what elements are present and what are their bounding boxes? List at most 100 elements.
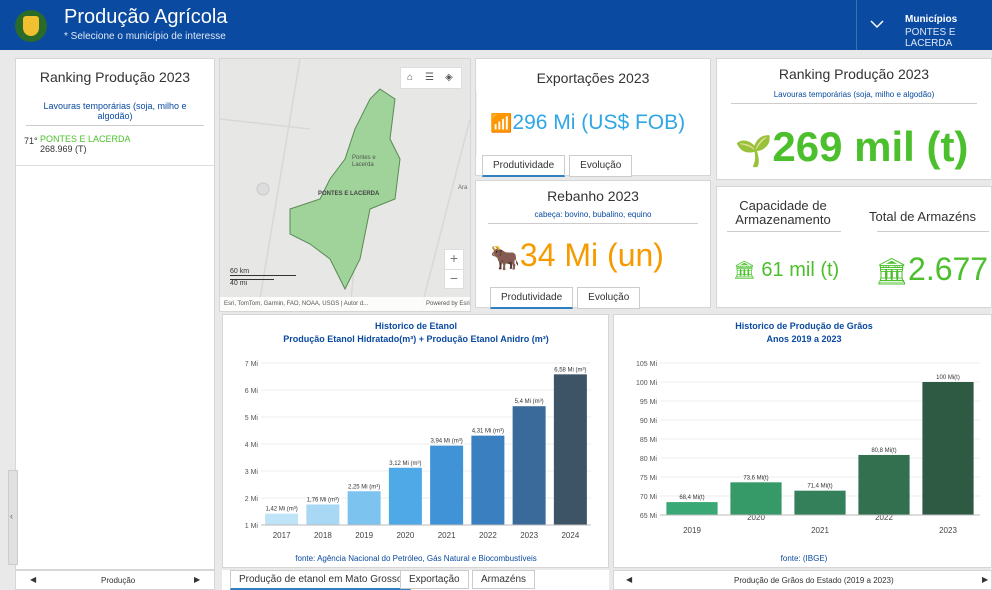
tab-produtividade[interactable]: Produtividade	[490, 287, 574, 309]
y-tick-label: 75 Mi	[640, 475, 658, 482]
map-attribution: Esri, TomTom, Garmin, FAO, NOAA, USGS | …	[220, 297, 470, 311]
silo-icon: 🏛	[733, 260, 756, 280]
tab-armazens[interactable]: Armazéns	[472, 570, 536, 589]
zoom-in-button[interactable]: +	[445, 250, 463, 270]
exports-value: 296 Mi (US$ FOB)	[512, 111, 686, 134]
pager-next-icon[interactable]: ▶	[194, 575, 200, 584]
ethanol-chart: Historico de Etanol Produção Etanol Hidr…	[245, 321, 591, 563]
bar	[306, 504, 340, 525]
page-title: Produção Agrícola	[64, 6, 228, 28]
map-town-label-1: Pontes e	[352, 155, 376, 161]
rank-value: 268.969 (T)	[40, 144, 87, 154]
bar	[666, 502, 718, 515]
capacity-title-2: Armazenamento	[735, 212, 831, 227]
map-view[interactable]: Pontes e Lacerda PONTES E LACERDA Ara ⌂ …	[219, 58, 471, 312]
municipio-label: Municípios	[905, 14, 958, 25]
tab-produtividade[interactable]: Produtividade	[482, 155, 566, 177]
home-icon[interactable]: ⌂	[407, 72, 413, 83]
pager-prev-icon[interactable]: ◀	[626, 575, 632, 584]
capacity-title-1: Capacidade de	[739, 198, 827, 213]
chart-subtitle: Produção Etanol Hidratado(m³) + Produção…	[283, 334, 548, 344]
y-tick-label: 1 Mi	[245, 523, 259, 530]
y-tick-label: 80 Mi	[640, 456, 658, 463]
data-label: 3,12 Mi (m³)	[389, 461, 421, 467]
chevron-down-icon	[870, 20, 884, 29]
map-region-label: PONTES E LACERDA	[318, 191, 380, 197]
ranking-card-value: 269 mil (t)	[772, 123, 969, 170]
zoom-out-button[interactable]: −	[445, 270, 463, 286]
x-tick-label: 2021	[438, 531, 456, 540]
x-tick-label: 2023	[939, 526, 957, 535]
bar	[471, 435, 505, 525]
total-value-row: 🏛2.677	[875, 251, 988, 288]
x-tick-label: 2020	[747, 513, 765, 522]
bar	[388, 467, 422, 525]
data-label: 100 Mi(t)	[936, 375, 960, 381]
ranking-value-row: 🌱269 mil (t)	[735, 123, 968, 171]
attribution-text: Esri, TomTom, Garmin, FAO, NOAA, USGS | …	[224, 301, 369, 307]
grains-chart-panel: Historico de Produção de Grãos Anos 2019…	[613, 314, 992, 568]
data-label: 5,4 Mi (m³)	[515, 399, 544, 405]
y-tick-label: 7 Mi	[245, 361, 259, 368]
chart-subtitle: Anos 2019 a 2023	[766, 334, 841, 344]
pager-next-icon[interactable]: ▶	[982, 575, 988, 584]
x-tick-label: 2022	[875, 513, 893, 522]
tab-evolucao[interactable]: Evolução	[569, 155, 633, 177]
ethanol-chart-panel: Historico de Etanol Produção Etanol Hidr…	[222, 314, 609, 568]
pager-label: Produção de Grãos do Estado (2019 a 2023…	[734, 576, 894, 585]
y-tick-label: 100 Mi	[636, 380, 657, 387]
bar	[430, 445, 464, 525]
exports-title: Exportações 2023	[536, 70, 650, 86]
tab-etanol[interactable]: Produção de etanol em Mato Grosso	[230, 570, 412, 590]
rank-number: 71°	[24, 136, 38, 146]
list-item[interactable]: 71° PONTES E LACERDA 268.969 (T)	[16, 126, 214, 166]
exports-card: Exportações 2023 📶296 Mi (US$ FOB) Produ…	[475, 58, 711, 177]
bar	[858, 454, 910, 515]
ranking-card: Ranking Produção 2023 Lavouras temporári…	[716, 58, 992, 180]
y-tick-label: 2 Mi	[245, 496, 259, 503]
y-tick-label: 85 Mi	[640, 437, 658, 444]
capacity-title: Capacidade de Armazenamento	[723, 199, 843, 227]
layers-icon[interactable]: ◈	[445, 72, 453, 83]
bar	[553, 374, 587, 525]
divider	[877, 231, 989, 232]
municipio-selector[interactable]: Municípios PONTES E LACERDA	[856, 0, 992, 50]
x-tick-label: 2019	[683, 526, 701, 535]
data-label: 71,4 Mi(t)	[807, 484, 832, 490]
data-label: 6,58 Mi (m³)	[554, 367, 586, 373]
herd-subtitle: cabeça: bovino, bubalino, equino	[488, 210, 698, 224]
y-tick-label: 4 Mi	[245, 442, 259, 449]
powered-by: Powered by Esri	[426, 301, 470, 307]
map-toolbar: ⌂ ☰ ◈	[400, 67, 462, 89]
bar	[512, 406, 546, 525]
pager-prev-icon[interactable]: ◀	[30, 575, 36, 584]
ranking-card-subtitle: Lavouras temporárias (soja, milho e algo…	[731, 90, 977, 104]
herd-value-row: 🐂34 Mi (un)	[490, 237, 664, 274]
rank-name: PONTES E LACERDA	[40, 134, 131, 144]
growth-chart-icon: 📶	[490, 113, 513, 133]
data-label: 4,31 Mi (m³)	[472, 429, 504, 435]
chart-title: Historico de Produção de Grãos	[735, 321, 873, 331]
data-label: 80,8 Mi(t)	[871, 448, 896, 454]
bar	[347, 491, 381, 525]
y-tick-label: 5 Mi	[245, 415, 259, 422]
tab-exportacao[interactable]: Exportação	[400, 570, 469, 589]
tab-evolucao[interactable]: Evolução	[577, 287, 641, 309]
legend-icon[interactable]: ☰	[425, 72, 434, 83]
total-title: Total de Armazéns	[869, 209, 976, 224]
collapse-handle[interactable]: ‹	[8, 470, 18, 565]
plant-sprout-icon: 🌱	[735, 135, 773, 168]
chart-source: fonte: (IBGE)	[781, 554, 828, 563]
chart-title: Historico de Etanol	[375, 321, 457, 331]
x-tick-label: 2018	[314, 531, 332, 540]
y-tick-label: 90 Mi	[640, 418, 658, 425]
scale-km: 60 km	[230, 268, 296, 276]
capacity-value-row: 🏛 61 mil (t)	[733, 259, 839, 282]
x-tick-label: 2020	[396, 531, 414, 540]
data-label: 68,4 Mi(t)	[679, 495, 704, 501]
y-tick-label: 6 Mi	[245, 388, 259, 395]
herd-tabs: Produtividade Evolução	[490, 287, 644, 309]
silo-icon: 🏛	[875, 256, 909, 286]
capacity-value: 61 mil (t)	[761, 259, 840, 281]
data-label: 1,42 Mi (m³)	[265, 507, 297, 513]
